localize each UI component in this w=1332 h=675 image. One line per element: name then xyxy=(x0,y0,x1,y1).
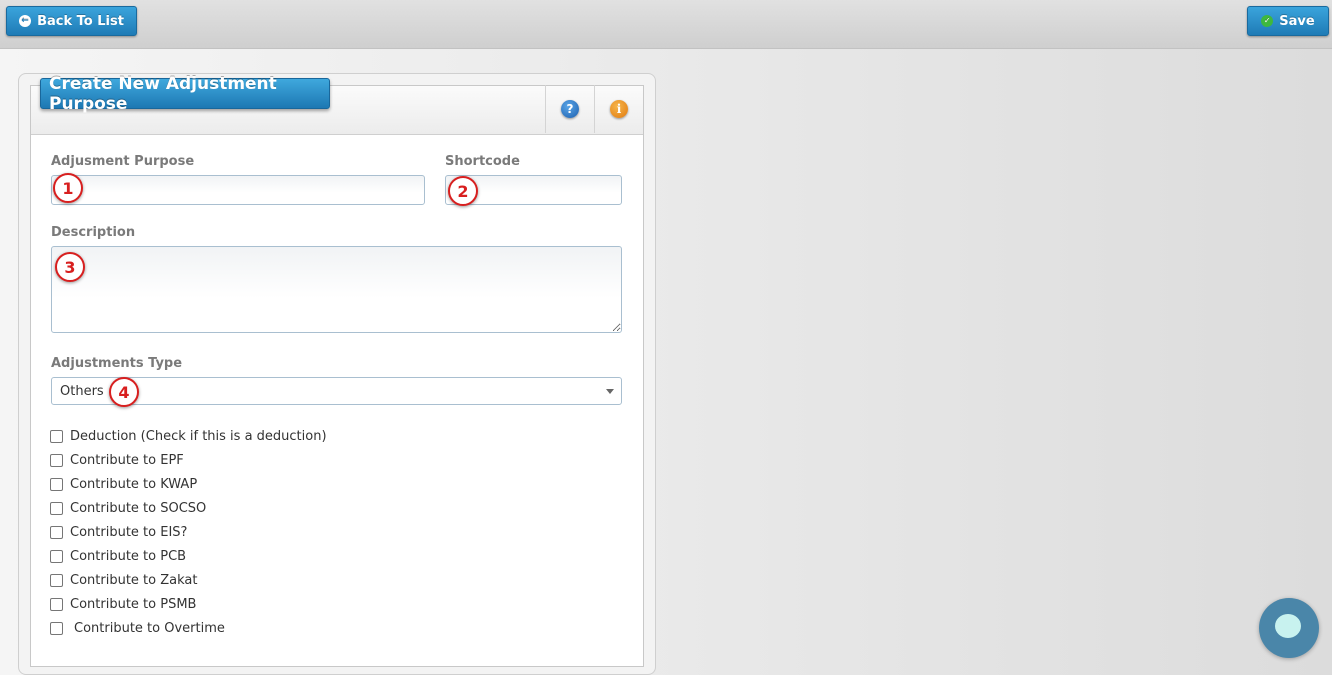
annotation-marker-4: 4 xyxy=(109,377,139,407)
kwap-checkbox[interactable] xyxy=(50,477,63,491)
checkbox-row-kwap: Contribute to KWAP xyxy=(50,474,197,494)
checkbox-label: Contribute to Zakat xyxy=(70,572,198,588)
checkbox-row-zakat: Contribute to Zakat xyxy=(50,570,197,590)
save-label: Save xyxy=(1279,13,1315,29)
overtime-checkbox[interactable] xyxy=(50,621,63,635)
checkbox-label: Contribute to PSMB xyxy=(70,596,197,612)
adjustments-type-label: Adjustments Type xyxy=(51,356,183,371)
adjustment-purpose-label: Adjusment Purpose xyxy=(51,154,195,169)
back-to-list-button[interactable]: ← Back To List xyxy=(6,6,137,36)
arrow-left-icon: ← xyxy=(19,15,32,27)
description-textarea[interactable] xyxy=(51,246,622,333)
shortcode-label: Shortcode xyxy=(445,154,520,169)
save-button[interactable]: ✓ Save xyxy=(1247,6,1329,36)
dropdown-arrow-icon xyxy=(606,389,614,394)
epf-checkbox[interactable] xyxy=(50,453,63,467)
checkbox-label: Deduction (Check if this is a deduction) xyxy=(70,428,327,444)
annotation-marker-2: 2 xyxy=(448,176,478,206)
info-button[interactable]: i xyxy=(594,85,643,133)
back-to-list-label: Back To List xyxy=(37,13,124,29)
help-button[interactable]: ? xyxy=(545,85,594,133)
checkbox-row-overtime: Contribute to Overtime xyxy=(50,618,225,638)
question-mark-icon: ? xyxy=(561,100,579,118)
annotation-marker-1: 1 xyxy=(53,173,83,203)
info-icon: i xyxy=(610,100,628,118)
top-toolbar: ← Back To List ✓ Save xyxy=(0,0,1332,49)
checkbox-label: Contribute to EIS? xyxy=(70,524,188,540)
panel-title: Create New Adjustment Purpose xyxy=(40,74,330,114)
checkbox-label: Contribute to PCB xyxy=(70,548,187,564)
checkbox-row-epf: Contribute to EPF xyxy=(50,450,184,470)
socso-checkbox[interactable] xyxy=(50,501,63,515)
checkbox-label: Contribute to KWAP xyxy=(70,476,198,492)
checkbox-row-eis: Contribute to EIS? xyxy=(50,522,187,542)
panel-title-text: Create New Adjustment Purpose xyxy=(49,73,277,114)
checkbox-label: Contribute to Overtime xyxy=(74,620,225,636)
checkbox-label: Contribute to SOCSO xyxy=(70,500,207,516)
description-label: Description xyxy=(51,225,136,240)
checkbox-row-socso: Contribute to SOCSO xyxy=(50,498,206,518)
adjustment-purpose-input[interactable] xyxy=(51,175,425,205)
eis-checkbox[interactable] xyxy=(50,525,63,539)
checkbox-row-deduction: Deduction (Check if this is a deduction) xyxy=(50,426,327,446)
checkbox-row-psmb: Contribute to PSMB xyxy=(50,594,196,614)
psmb-checkbox[interactable] xyxy=(50,597,63,611)
pcb-checkbox[interactable] xyxy=(50,549,63,563)
zakat-checkbox[interactable] xyxy=(50,573,63,587)
adjustments-type-value: Others xyxy=(60,383,104,399)
checkmark-icon: ✓ xyxy=(1261,15,1274,27)
checkbox-label: Contribute to EPF xyxy=(70,452,184,468)
chat-widget-button[interactable] xyxy=(1259,598,1319,658)
checkbox-row-pcb: Contribute to PCB xyxy=(50,546,186,566)
annotation-marker-3: 3 xyxy=(55,252,85,282)
deduction-checkbox[interactable] xyxy=(50,429,63,443)
chat-bubble-icon xyxy=(1275,614,1301,638)
